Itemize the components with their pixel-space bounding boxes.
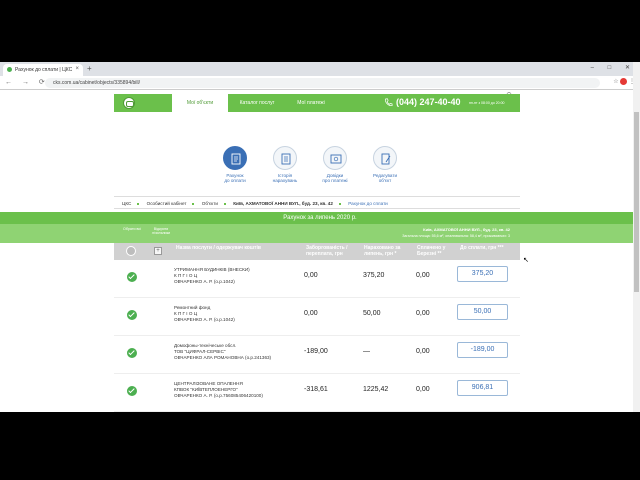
profile-icon[interactable] (620, 78, 628, 85)
mouse-cursor-icon: ↖ (523, 257, 529, 264)
action-payment-certificates[interactable]: Довідки про платежі (310, 146, 360, 183)
services-table: УТРИМАННЯ БУДИНКІВ (ВНЕСКИ) К П Г І О Ц ОВ… (114, 260, 520, 412)
breadcrumb-current: Рахунок до сплати (348, 201, 388, 206)
service-account: ОВЧАРЕНКО А. Р. (о.р.1042) (174, 278, 235, 284)
window-controls[interactable]: – □ ✕ (591, 64, 636, 71)
tab-my-objects[interactable]: Мої об'єкти (172, 94, 228, 112)
row-paid: 0,00 (416, 310, 430, 317)
logo-icon[interactable] (123, 97, 135, 109)
object-area: Загальна площа: 55,6 м², опалювальна: 58… (402, 234, 510, 238)
breadcrumb-object[interactable]: Київ, АХМАТОВОЇ АННИ ВУЛ., буд. 23, кв. … (233, 201, 333, 206)
tab-my-payments[interactable]: Мої платежі (286, 94, 336, 112)
select-all-label[interactable]: Обрати всі (120, 227, 144, 231)
row-accrued: — (363, 348, 370, 355)
row-paid: 0,00 (416, 272, 430, 279)
edit-icon (381, 153, 391, 165)
table-row: Ремонтний фонд К П Г І О Ц ОВЧАРЕНКО А. Р.… (114, 298, 520, 336)
page-scrollbar[interactable] (633, 62, 640, 412)
header-paid: Сплачено у Березні ** (417, 245, 446, 257)
action-history[interactable]: Історія нарахувань (260, 146, 310, 183)
phone-icon (384, 98, 393, 107)
breadcrumb: ЦКС Особистий кабінет Об'єкти Київ, АХМА… (114, 196, 520, 209)
expand-meters-button[interactable]: + (154, 247, 162, 255)
browser-window: Рахунок до сплати | ЦКС × + – □ ✕ ← → ⟳ … (0, 62, 640, 412)
favicon-icon (7, 67, 12, 72)
row-debt: 0,00 (304, 310, 318, 317)
header-to-pay: До сплати, грн *** (460, 245, 504, 251)
row-to-pay-input[interactable]: 906,81 (457, 380, 508, 396)
bill-icon (231, 153, 241, 165)
phone-hours: пн-пт з 08:00 до 20:00 (469, 101, 505, 105)
browser-tab[interactable]: Рахунок до сплати | ЦКС × (3, 64, 83, 76)
select-all-checkbox[interactable] (126, 246, 136, 256)
row-checkbox-checked-icon[interactable] (127, 272, 137, 282)
breadcrumb-objects[interactable]: Об'єкти (202, 201, 218, 206)
row-accrued: 50,00 (363, 310, 381, 317)
address-bar-row: ← → ⟳ cks.com.ua/cabinet/objects/335894/… (0, 76, 640, 90)
row-checkbox-checked-icon[interactable] (127, 348, 137, 358)
service-account: ОВЧАРЕНКО АЛА РОМАНОВНА (о.р.241363) (174, 354, 272, 360)
phone-number[interactable]: (044) 247-40-40 (396, 97, 461, 107)
row-paid: 0,00 (416, 386, 430, 393)
main-header: Мої об'єкти Каталог послуг Мої платежі (… (114, 94, 520, 112)
object-address: Київ, АХМАТОВОЇ АННИ ВУЛ., буд. 23, кв. … (423, 227, 510, 232)
history-icon (281, 153, 291, 165)
row-debt: -318,61 (304, 386, 328, 393)
row-to-pay-input[interactable]: -189,00 (457, 342, 508, 358)
object-actions: Рахунок до оплати Історія нарахувань Довід… (210, 146, 410, 196)
tab-service-catalog[interactable]: Каталог послуг (232, 94, 282, 112)
table-header: + Назва послуги / одержувач коштів Забор… (114, 243, 520, 260)
action-bill[interactable]: Рахунок до оплати (210, 146, 260, 183)
table-row: Домофоны-технічеське обсл. ТОВ "ЦИФРАЛ-СЕ… (114, 336, 520, 374)
row-accrued: 1225,42 (363, 386, 389, 393)
breadcrumb-home[interactable]: ЦКС (122, 201, 131, 206)
browser-menu[interactable]: ☆ ⋮ (613, 78, 635, 85)
new-tab-button[interactable]: + (87, 64, 92, 73)
action-edit-object[interactable]: Редагувати об'єкт (360, 146, 410, 183)
open-meters-label[interactable]: Відкрити лічильники (146, 227, 176, 236)
row-accrued: 375,20 (363, 272, 385, 279)
table-row: УТРИМАННЯ БУДИНКІВ (ВНЕСКИ) К П Г І О Ц ОВ… (114, 260, 520, 298)
header-debt: Заборгованість / переплата, грн (306, 245, 348, 257)
table-row: ЦЕНТРАЛІЗОВАНЕ ОПАЛЕННЯ КПВОК "КИЇВТЕПЛОЕ… (114, 374, 520, 412)
service-account: ОВЧАРЕНКО А. Р. (о.р.756085406420100) (174, 392, 263, 398)
tab-title: Рахунок до сплати | ЦКС (15, 67, 73, 73)
header-accrued: Нараховано за липень, грн * (364, 245, 401, 257)
row-checkbox-checked-icon[interactable] (127, 386, 137, 396)
nav-buttons[interactable]: ← → ⟳ (5, 78, 49, 86)
url-input[interactable]: cks.com.ua/cabinet/objects/335894/bill/ (45, 78, 600, 88)
header-service: Назва послуги / одержувач коштів (176, 245, 261, 251)
breadcrumb-cabinet[interactable]: Особистий кабінет (147, 201, 187, 206)
row-to-pay-input[interactable]: 375,20 (457, 266, 508, 282)
invoice-title: Рахунок за липень 2020 р. (0, 212, 640, 224)
row-debt: -189,00 (304, 348, 328, 355)
row-debt: 0,00 (304, 272, 318, 279)
row-paid: 0,00 (416, 348, 430, 355)
invoice-info-band: Обрати всі Відкрити лічильники Київ, АХМ… (0, 224, 640, 243)
row-checkbox-checked-icon[interactable] (127, 310, 137, 320)
scrollbar-thumb[interactable] (634, 112, 639, 292)
service-account: ОВЧАРЕНКО А. Р. (о.р.1042) (174, 316, 235, 322)
browser-tabbar: Рахунок до сплати | ЦКС × + – □ ✕ (0, 62, 640, 76)
close-tab-icon[interactable]: × (75, 66, 79, 72)
row-to-pay-input[interactable]: 50,00 (457, 304, 508, 320)
certificate-icon (330, 154, 342, 164)
